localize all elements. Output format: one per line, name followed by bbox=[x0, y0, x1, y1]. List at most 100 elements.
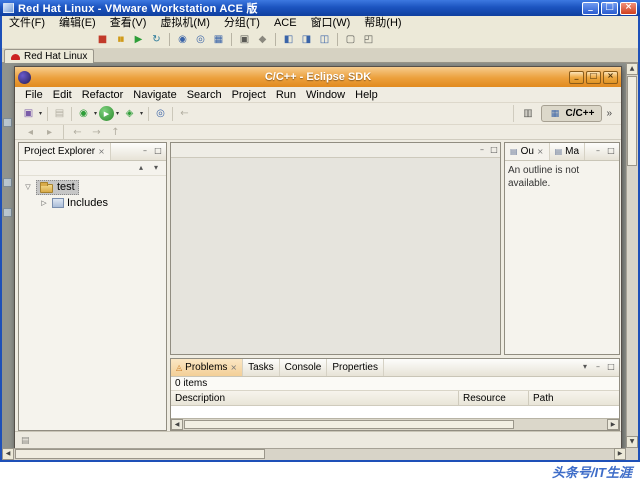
view-menu-icon[interactable]: ▾ bbox=[579, 362, 591, 373]
power-off-icon[interactable]: ■ bbox=[94, 31, 111, 47]
open-perspective-icon[interactable]: ▥ bbox=[520, 105, 537, 122]
devices-view-icon[interactable]: ◫ bbox=[316, 31, 333, 47]
debug-icon[interactable]: ◉ bbox=[75, 105, 92, 122]
problems-table-body[interactable] bbox=[171, 406, 619, 418]
maximize-view-icon[interactable]: □ bbox=[152, 146, 164, 157]
new-wizard-icon[interactable]: ▣ bbox=[20, 105, 37, 122]
menu-item-edit[interactable]: Edit bbox=[48, 89, 77, 101]
back-icon[interactable]: ◂ bbox=[22, 124, 39, 141]
save-icon[interactable]: ▤ bbox=[51, 105, 68, 122]
tree-item-test[interactable]: ▽ test bbox=[19, 179, 166, 195]
menu-item-help[interactable]: Help bbox=[350, 89, 383, 101]
external-tools-group[interactable]: ◈ ▾ bbox=[121, 105, 145, 122]
scroll-down-icon[interactable]: ▼ bbox=[626, 436, 638, 448]
quick-switch-icon[interactable]: ◰ bbox=[360, 31, 377, 47]
menu-item-navigate[interactable]: Navigate bbox=[128, 89, 181, 101]
suspend-icon[interactable]: ▮▮ bbox=[112, 31, 129, 47]
empty-editor-area[interactable] bbox=[171, 158, 500, 354]
expander-icon[interactable]: ▽ bbox=[23, 183, 33, 191]
column-description[interactable]: Description bbox=[171, 391, 459, 405]
tab-properties[interactable]: Properties bbox=[327, 359, 384, 376]
snapshot-manager-icon[interactable]: ▦ bbox=[210, 31, 227, 47]
settings-icon[interactable]: ▣ bbox=[236, 31, 253, 47]
minimize-button[interactable]: _ bbox=[582, 1, 599, 15]
collapse-all-icon[interactable]: ▴ bbox=[135, 163, 147, 174]
vm-vertical-scrollbar[interactable]: ▲ bbox=[626, 63, 638, 448]
summary-view-icon[interactable]: ◧ bbox=[280, 31, 297, 47]
menu-item-vm[interactable]: 虚拟机(M) bbox=[153, 16, 217, 30]
scroll-right-icon[interactable]: ▶ bbox=[614, 448, 626, 460]
take-snapshot-icon[interactable]: ◉ bbox=[174, 31, 191, 47]
menu-item-ace[interactable]: ACE bbox=[267, 16, 304, 30]
scrollbar-thumb[interactable] bbox=[184, 420, 514, 429]
minimize-view-icon[interactable]: – bbox=[592, 362, 604, 373]
run-group[interactable]: ▶ ▾ bbox=[99, 106, 121, 121]
tab-project-explorer[interactable]: Project Explorer × bbox=[19, 143, 111, 160]
tab-tasks[interactable]: Tasks bbox=[243, 359, 280, 376]
maximize-view-icon[interactable]: □ bbox=[488, 145, 500, 156]
last-edit-icon[interactable]: ← bbox=[176, 105, 193, 122]
search-icon[interactable]: ◎ bbox=[152, 105, 169, 122]
desktop-icon[interactable] bbox=[3, 208, 12, 217]
scroll-left-icon[interactable]: ◀ bbox=[171, 419, 183, 430]
menu-item-file[interactable]: 文件(F) bbox=[2, 16, 52, 30]
tab-outline[interactable]: ▤ Ou × bbox=[505, 143, 550, 160]
dropdown-icon[interactable]: ▾ bbox=[114, 110, 121, 117]
menu-item-team[interactable]: 分组(T) bbox=[217, 16, 267, 30]
eclipse-close-button[interactable]: × bbox=[603, 70, 618, 84]
external-tools-icon[interactable]: ◈ bbox=[121, 105, 138, 122]
dropdown-icon[interactable]: ▾ bbox=[92, 110, 99, 117]
menu-item-window[interactable]: Window bbox=[301, 89, 350, 101]
vm-tab-redhat-linux[interactable]: Red Hat Linux bbox=[4, 49, 95, 63]
tab-console[interactable]: Console bbox=[280, 359, 328, 376]
minimize-view-icon[interactable]: – bbox=[476, 145, 488, 156]
vm-horizontal-scrollbar[interactable]: ◀ bbox=[2, 448, 626, 460]
column-path[interactable]: Path bbox=[529, 391, 619, 405]
maximize-view-icon[interactable]: □ bbox=[605, 362, 617, 373]
scrollbar-thumb[interactable] bbox=[627, 76, 637, 166]
scroll-left-icon[interactable]: ◀ bbox=[2, 448, 14, 460]
dropdown-icon[interactable]: ▾ bbox=[37, 110, 44, 117]
up-icon[interactable]: ↑ bbox=[107, 124, 124, 141]
selected-tree-node[interactable]: test bbox=[36, 179, 79, 195]
column-resource[interactable]: Resource bbox=[459, 391, 529, 405]
tree-item-includes[interactable]: ▷ Includes bbox=[19, 195, 166, 211]
scroll-up-icon[interactable]: ▲ bbox=[626, 63, 638, 75]
menu-item-run[interactable]: Run bbox=[271, 89, 301, 101]
menu-item-view[interactable]: 查看(V) bbox=[103, 16, 154, 30]
debug-group[interactable]: ◉ ▾ bbox=[75, 105, 99, 122]
tab-problems[interactable]: ◬ Problems × bbox=[171, 359, 244, 376]
forward-icon[interactable]: ▸ bbox=[41, 124, 58, 141]
back-history-icon[interactable]: ← bbox=[69, 124, 86, 141]
new-wizard-group[interactable]: ▣ ▾ bbox=[20, 105, 44, 122]
fullscreen-icon[interactable]: ▢ bbox=[342, 31, 359, 47]
menu-item-window[interactable]: 窗口(W) bbox=[304, 16, 358, 30]
desktop-icon[interactable] bbox=[3, 178, 12, 187]
menu-item-edit[interactable]: 编辑(E) bbox=[52, 16, 103, 30]
minimize-view-icon[interactable]: – bbox=[592, 146, 604, 157]
menu-item-file[interactable]: File bbox=[20, 89, 48, 101]
power-on-icon[interactable]: ▶ bbox=[130, 31, 147, 47]
revert-snapshot-icon[interactable]: ◎ bbox=[192, 31, 209, 47]
reset-icon[interactable]: ↻ bbox=[148, 31, 165, 47]
close-button[interactable]: × bbox=[620, 1, 637, 15]
expander-icon[interactable]: ▷ bbox=[39, 199, 49, 207]
console-view-icon[interactable]: ◨ bbox=[298, 31, 315, 47]
menu-item-project[interactable]: Project bbox=[227, 89, 271, 101]
problems-hscrollbar[interactable]: ◀ ▶ bbox=[171, 418, 619, 430]
perspective-button-cpp[interactable]: ▦ C/C++ bbox=[540, 105, 603, 122]
maximize-button[interactable]: □ bbox=[601, 1, 618, 15]
menu-item-refactor[interactable]: Refactor bbox=[77, 89, 129, 101]
eclipse-minimize-button[interactable]: _ bbox=[569, 70, 584, 84]
minimize-view-icon[interactable]: – bbox=[139, 146, 151, 157]
toolbar-overflow-icon[interactable]: » bbox=[606, 108, 612, 119]
forward-history-icon[interactable]: → bbox=[88, 124, 105, 141]
scrollbar-thumb[interactable] bbox=[15, 449, 265, 459]
view-menu-icon[interactable]: ▾ bbox=[150, 163, 162, 174]
dropdown-icon[interactable]: ▾ bbox=[138, 110, 145, 117]
eclipse-maximize-button[interactable]: □ bbox=[586, 70, 601, 84]
close-icon[interactable]: × bbox=[98, 147, 105, 156]
run-icon[interactable]: ▶ bbox=[99, 106, 114, 121]
tab-make-targets[interactable]: ▤ Ma bbox=[550, 143, 586, 160]
status-icon[interactable]: ▤ bbox=[21, 436, 30, 446]
